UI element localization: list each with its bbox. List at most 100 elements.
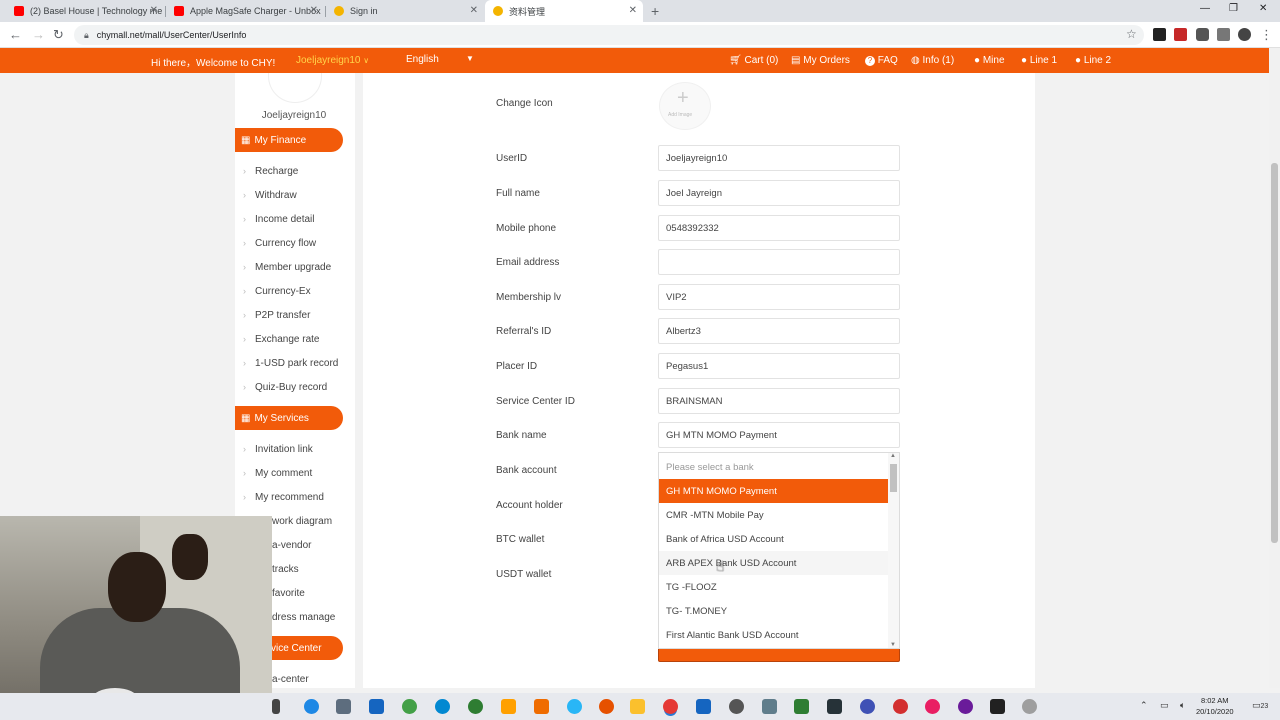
- browser-tab[interactable]: (2) Basel House | Technology me ✕: [6, 0, 164, 22]
- my-orders-link[interactable]: ▤ My Orders: [791, 55, 850, 66]
- reading-list-icon[interactable]: [1217, 28, 1230, 41]
- forward-icon[interactable]: →: [32, 27, 45, 42]
- faq-link[interactable]: ? FAQ: [865, 55, 898, 66]
- firefox-icon[interactable]: [599, 699, 614, 714]
- edge-icon[interactable]: [304, 699, 319, 714]
- sidebar-item-recharge[interactable]: › Recharge: [243, 166, 298, 177]
- submit-button[interactable]: [658, 649, 900, 662]
- url-field[interactable]: 🔒︎ chymall.net/mall/UserCenter/UserInfo: [74, 25, 1144, 45]
- close-icon[interactable]: ✕: [470, 5, 478, 16]
- sidebar-item-favorite[interactable]: favorite: [272, 588, 305, 599]
- bank-name-select[interactable]: GH MTN MOMO Payment: [658, 422, 900, 448]
- app-icon[interactable]: [402, 699, 417, 714]
- sidebar-item-center[interactable]: a-center: [272, 674, 309, 685]
- mine-link[interactable]: ● Mine: [974, 55, 1005, 66]
- vlc-icon[interactable]: [534, 699, 549, 714]
- my-services-header[interactable]: ▦ My Services: [235, 406, 343, 430]
- dropdown-scrollbar-thumb[interactable]: [890, 464, 897, 492]
- dropdown-option[interactable]: First Alantic Bank USD Account: [659, 623, 888, 647]
- itunes-icon[interactable]: [925, 699, 940, 714]
- cart-link[interactable]: 🛒︎ Cart (0): [729, 55, 778, 66]
- task-view-icon[interactable]: [272, 699, 280, 714]
- dropdown-option-hovered[interactable]: ARB APEX Bank USD Account: [659, 551, 888, 575]
- sidebar-item-usd-park-record[interactable]: › 1-USD park record: [243, 358, 338, 369]
- sidebar-item-vendor[interactable]: a-vendor: [272, 540, 311, 551]
- sidebar-item-exchange-rate[interactable]: › Exchange rate: [243, 334, 320, 345]
- teamviewer-icon[interactable]: [435, 699, 450, 714]
- chevron-up-icon[interactable]: ⌃: [1140, 700, 1148, 711]
- username-menu[interactable]: Joeljayreign10 ∨: [296, 55, 369, 66]
- line-2-link[interactable]: ● Line 2: [1075, 55, 1111, 66]
- extension-icon[interactable]: [1153, 28, 1166, 41]
- word-icon[interactable]: [696, 699, 711, 714]
- close-icon[interactable]: ✕: [629, 5, 637, 16]
- sidebar-item-member-upgrade[interactable]: › Member upgrade: [243, 262, 331, 273]
- menu-icon[interactable]: ⋮: [1260, 27, 1273, 43]
- minimize-icon[interactable]: —: [1200, 3, 1210, 14]
- sidebar-item-currency-ex[interactable]: › Currency-Ex: [243, 286, 311, 297]
- service-center-id-field[interactable]: BRAINSMAN: [658, 388, 900, 414]
- telegram-icon[interactable]: [567, 699, 582, 714]
- dropdown-option[interactable]: CMR -MTN Mobile Pay: [659, 503, 888, 527]
- membership-level-field[interactable]: VIP2: [658, 284, 900, 310]
- sidebar-item-my-comment[interactable]: › My comment: [243, 468, 312, 479]
- line-1-link[interactable]: ● Line 1: [1021, 55, 1057, 66]
- mobile-phone-field[interactable]: 0548392332: [658, 215, 900, 241]
- chrome-icon[interactable]: [893, 699, 908, 714]
- sidebar-item-currency-flow[interactable]: › Currency flow: [243, 238, 316, 249]
- sidebar-item-income-detail[interactable]: › Income detail: [243, 214, 314, 225]
- dropdown-option[interactable]: TG -FLOOZ: [659, 575, 888, 599]
- language-select[interactable]: English: [406, 54, 439, 65]
- reload-icon[interactable]: ↻: [53, 27, 64, 43]
- scroll-up-icon[interactable]: ▲: [890, 453, 896, 459]
- scrollbar-thumb[interactable]: [1271, 163, 1278, 543]
- app-icon[interactable]: [990, 699, 1005, 714]
- userid-field[interactable]: Joeljayreign10: [658, 145, 900, 171]
- app-icon[interactable]: [468, 699, 483, 714]
- close-icon[interactable]: ✕: [310, 5, 318, 16]
- file-explorer-icon[interactable]: [630, 699, 645, 714]
- placer-id-field[interactable]: Pegasus1: [658, 353, 900, 379]
- browser-tab-active[interactable]: 资料管理 ✕: [485, 0, 643, 22]
- app-icon[interactable]: [860, 699, 875, 714]
- back-icon[interactable]: ←: [9, 27, 22, 42]
- close-icon[interactable]: ✕: [150, 5, 158, 16]
- app-icon[interactable]: [958, 699, 973, 714]
- dropdown-scrollbar[interactable]: ▲ ▼: [888, 453, 899, 648]
- app-icon[interactable]: [827, 699, 842, 714]
- scroll-down-icon[interactable]: ▼: [890, 642, 896, 648]
- store-icon[interactable]: [336, 699, 351, 714]
- caret-down-icon[interactable]: ▼: [466, 54, 474, 63]
- volume-icon[interactable]: 🔈︎: [1180, 700, 1185, 711]
- email-field[interactable]: [658, 249, 900, 275]
- dropdown-option[interactable]: Bank of Africa USD Account: [659, 527, 888, 551]
- full-name-field[interactable]: Joel Jayreign: [658, 180, 900, 206]
- notification-icon[interactable]: ▭23: [1252, 700, 1268, 711]
- info-link[interactable]: ◍ Info (1): [911, 55, 954, 66]
- dropdown-option[interactable]: TG- T.MONEY: [659, 599, 888, 623]
- sidebar-item-p2p-transfer[interactable]: › P2P transfer: [243, 310, 310, 321]
- my-finance-header[interactable]: ▦ My Finance: [235, 128, 343, 152]
- app-icon[interactable]: [501, 699, 516, 714]
- sidebar-item-work-diagram[interactable]: work diagram: [272, 516, 332, 527]
- excel-icon[interactable]: [794, 699, 809, 714]
- close-window-icon[interactable]: ✕: [1259, 3, 1267, 14]
- pdf-extension-icon[interactable]: [1174, 28, 1187, 41]
- network-icon[interactable]: ▭: [1160, 700, 1169, 711]
- sidebar-item-my-recommend[interactable]: › My recommend: [243, 492, 324, 503]
- browser-tab[interactable]: Sign in ✕: [326, 0, 484, 22]
- mail-icon[interactable]: [369, 699, 384, 714]
- sidebar-item-quiz-buy-record[interactable]: › Quiz-Buy record: [243, 382, 327, 393]
- add-image-button[interactable]: + Add Image: [659, 82, 711, 130]
- puzzle-icon[interactable]: [1196, 28, 1209, 41]
- clock-app-icon[interactable]: [1022, 699, 1037, 714]
- bank-dropdown-list[interactable]: Please select a bank GH MTN MOMO Payment…: [658, 452, 900, 649]
- page-scrollbar[interactable]: [1269, 48, 1280, 688]
- referral-id-field[interactable]: Albertz3: [658, 318, 900, 344]
- dropdown-option-selected[interactable]: GH MTN MOMO Payment: [659, 479, 888, 503]
- dropdown-option-placeholder[interactable]: Please select a bank: [659, 455, 888, 479]
- taskbar-clock[interactable]: 8:02 AM 20/10/2020: [1196, 695, 1234, 717]
- sidebar-item-withdraw[interactable]: › Withdraw: [243, 190, 297, 201]
- profile-avatar[interactable]: [1238, 28, 1251, 41]
- calculator-icon[interactable]: [762, 699, 777, 714]
